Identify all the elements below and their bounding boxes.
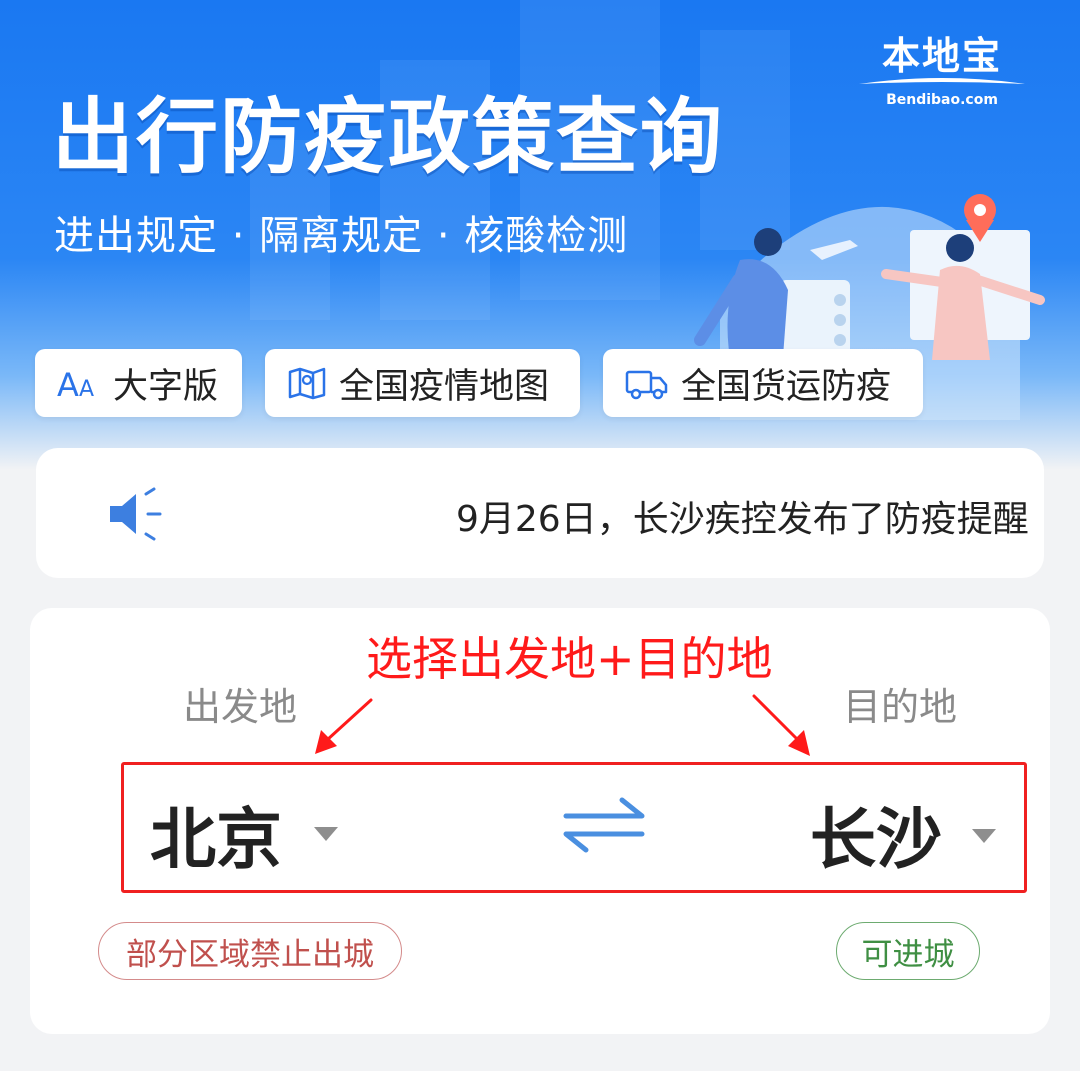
freight-label: 全国货运防疫 <box>681 366 892 407</box>
truck-icon <box>625 366 669 400</box>
origin-dropdown-caret-icon[interactable] <box>314 827 338 841</box>
freight-button[interactable]: 全国货运防疫 <box>603 349 923 417</box>
speaker-icon <box>106 486 166 546</box>
destination-status-badge: 可进城 <box>836 922 980 980</box>
origin-status-badge: 部分区域禁止出城 <box>98 922 402 980</box>
epidemic-map-button[interactable]: 全国疫情地图 <box>265 349 580 417</box>
brand-name: 本地宝 <box>881 34 1002 78</box>
notice-bar[interactable]: 9月26日，长沙疾控发布了防疫提醒 <box>36 448 1044 578</box>
large-font-button[interactable]: A A 大字版 <box>35 349 242 417</box>
banner-subtitle: 进出规定 · 隔离规定 · 核酸检测 <box>54 213 629 259</box>
annotation-arrow-left-icon <box>315 698 373 754</box>
annotation-callout: 选择出发地+目的地 <box>366 632 773 686</box>
svg-text:A: A <box>79 377 94 400</box>
notice-text: 9月26日，长沙疾控发布了防疫提醒 <box>456 499 1029 540</box>
epidemic-map-label: 全国疫情地图 <box>339 366 550 407</box>
brand-logo: 本地宝 Bendibao.com <box>852 34 1032 108</box>
font-size-icon: A A <box>57 366 101 400</box>
destination-dropdown-caret-icon[interactable] <box>972 829 996 843</box>
map-icon <box>287 366 327 400</box>
origin-city[interactable]: 北京 <box>150 786 282 882</box>
origin-label: 出发地 <box>183 685 298 729</box>
brand-swoosh-icon <box>859 78 1025 84</box>
svg-text:A: A <box>57 366 79 400</box>
notice-ticker: 9月26日，长沙疾控发布了防疫提醒 <box>456 448 1042 578</box>
large-font-label: 大字版 <box>113 366 219 407</box>
banner-title: 出行防疫政策查询 <box>52 90 725 185</box>
brand-domain: Bendibao.com <box>886 92 998 108</box>
annotation-arrow-right-icon <box>752 694 800 742</box>
swap-icon[interactable] <box>562 796 646 854</box>
destination-label: 目的地 <box>843 685 958 729</box>
destination-city[interactable]: 长沙 <box>810 786 942 882</box>
